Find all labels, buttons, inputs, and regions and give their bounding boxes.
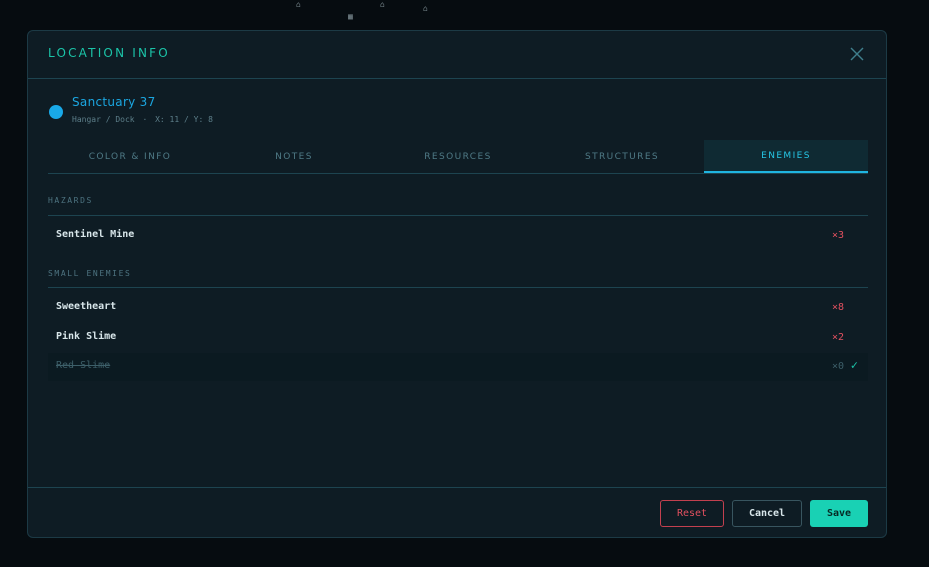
reset-button[interactable]: Reset bbox=[660, 500, 724, 527]
enemy-name: Pink Slime bbox=[56, 331, 117, 342]
enemy-row: Sweetheart ×8 bbox=[48, 294, 868, 322]
check-icon[interactable]: ✓ bbox=[851, 358, 858, 372]
save-button[interactable]: Save bbox=[810, 500, 868, 527]
close-button[interactable] bbox=[849, 46, 865, 62]
enemy-count[interactable]: ×2 bbox=[832, 332, 844, 343]
section-divider bbox=[48, 215, 868, 216]
location-info-modal: LOCATION INFO Sanctuary 37 Hangar / Dock… bbox=[27, 30, 887, 538]
section-label-hazards: HAZARDS bbox=[48, 196, 93, 205]
enemy-count[interactable]: ×3 bbox=[832, 230, 844, 241]
modal-header: LOCATION INFO bbox=[28, 31, 886, 79]
enemy-row: Pink Slime ×2 bbox=[48, 324, 868, 352]
location-meta: Hangar / Dock · X: 11 / Y: 8 bbox=[72, 115, 216, 124]
enemy-row-completed: Red Slime ×0 ✓ bbox=[48, 353, 868, 381]
enemy-name: Sweetheart bbox=[56, 301, 117, 312]
section-divider bbox=[48, 287, 868, 288]
enemy-count[interactable]: ×8 bbox=[832, 302, 844, 313]
close-icon bbox=[850, 47, 864, 61]
tab-enemies[interactable]: ENEMIES bbox=[704, 140, 868, 173]
location-color-dot bbox=[49, 105, 63, 119]
enemy-count[interactable]: ×0 bbox=[832, 361, 844, 372]
enemy-row: Sentinel Mine ×3 bbox=[48, 222, 868, 250]
location-type: Hangar / Dock bbox=[72, 115, 135, 124]
modal-footer: Reset Cancel Save bbox=[28, 487, 886, 540]
location-name: Sanctuary 37 bbox=[72, 95, 156, 109]
tab-color-info[interactable]: COLOR & INFO bbox=[48, 140, 212, 173]
tab-notes[interactable]: NOTES bbox=[212, 140, 376, 173]
cancel-button[interactable]: Cancel bbox=[732, 500, 802, 527]
section-label-small-enemies: SMALL ENEMIES bbox=[48, 269, 132, 278]
location-coords: X: 11 / Y: 8 bbox=[155, 115, 213, 124]
enemy-name: Sentinel Mine bbox=[56, 229, 135, 240]
modal-title: LOCATION INFO bbox=[48, 46, 170, 60]
map-node-icon: ⌂ bbox=[296, 0, 301, 9]
map-node-icon: ⌂ bbox=[423, 4, 428, 13]
meta-separator: · bbox=[142, 115, 148, 124]
tab-structures[interactable]: STRUCTURES bbox=[540, 140, 704, 173]
enemy-name: Red Slime bbox=[56, 360, 111, 371]
map-node-icon: ▦ bbox=[348, 12, 353, 21]
background-map: ⌂ ⌂ ▦ ⌂ bbox=[0, 0, 929, 32]
map-node-icon: ⌂ bbox=[380, 0, 385, 9]
tab-resources[interactable]: RESOURCES bbox=[376, 140, 540, 173]
tab-bar: COLOR & INFO NOTES RESOURCES STRUCTURES … bbox=[48, 140, 868, 174]
